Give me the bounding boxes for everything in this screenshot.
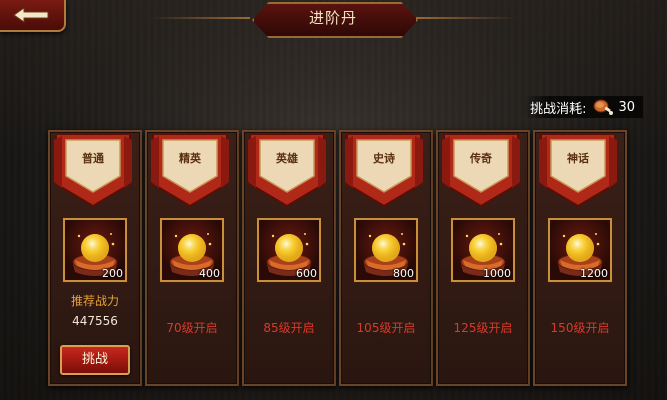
recommended-power-label: 推荐战力 xyxy=(70,294,119,308)
unlock-requirement: 105级开启 xyxy=(356,321,416,335)
meat-leg-icon xyxy=(593,99,614,115)
tier-banner-icon xyxy=(54,134,132,208)
reward-slot[interactable]: 200 xyxy=(63,218,127,282)
difficulty-card[interactable]: 史诗 800 105级开启 xyxy=(339,130,433,386)
tier-banner-icon xyxy=(248,134,326,208)
tier-name: 普通 xyxy=(82,152,104,165)
tier-name: 史诗 xyxy=(373,152,395,165)
reward-count: 600 xyxy=(296,267,317,280)
reward-count: 1000 xyxy=(483,267,511,280)
challenge-cost: 挑战消耗: 30 xyxy=(524,96,643,118)
page-title: 进阶丹 xyxy=(308,9,357,27)
tier-banner-icon xyxy=(151,134,229,208)
recommended-power-value: 447556 xyxy=(72,314,118,328)
tier-name: 传奇 xyxy=(470,152,492,165)
title-ornament-right xyxy=(416,17,516,19)
reward-slot[interactable]: 400 xyxy=(160,218,224,282)
back-button[interactable] xyxy=(0,0,66,32)
reward-count: 200 xyxy=(102,267,123,280)
reward-slot[interactable]: 1000 xyxy=(451,218,515,282)
reward-slot[interactable]: 600 xyxy=(257,218,321,282)
tier-banner-icon xyxy=(345,134,423,208)
reward-slot[interactable]: 800 xyxy=(354,218,418,282)
back-arrow-icon xyxy=(13,7,49,23)
cost-label: 挑战消耗: xyxy=(530,101,587,117)
difficulty-card[interactable]: 精英 400 70级开启 xyxy=(145,130,239,386)
tier-banner-icon xyxy=(442,134,520,208)
reward-count: 800 xyxy=(393,267,414,280)
cost-value: 30 xyxy=(618,99,635,115)
reward-count: 400 xyxy=(199,267,220,280)
difficulty-card[interactable]: 神话 1200 150级开启 xyxy=(533,130,627,386)
unlock-requirement: 85级开启 xyxy=(263,321,315,335)
unlock-requirement: 70级开启 xyxy=(166,321,218,335)
difficulty-card[interactable]: 传奇 1000 125级开启 xyxy=(436,130,530,386)
difficulty-card[interactable]: 英雄 600 85级开启 xyxy=(242,130,336,386)
tier-name: 神话 xyxy=(567,152,589,165)
unlock-requirement: 150级开启 xyxy=(550,321,610,335)
challenge-button[interactable]: 挑战 xyxy=(60,345,130,375)
unlock-requirement: 125级开启 xyxy=(453,321,513,335)
tier-name: 英雄 xyxy=(276,152,298,165)
reward-slot[interactable]: 1200 xyxy=(548,218,612,282)
difficulty-card[interactable]: 普通 200 推荐战力 447556 挑战 xyxy=(48,130,142,386)
tier-banner-icon xyxy=(539,134,617,208)
title-ornament-left xyxy=(150,17,250,19)
tier-name: 精英 xyxy=(179,152,201,165)
reward-count: 1200 xyxy=(580,267,608,280)
